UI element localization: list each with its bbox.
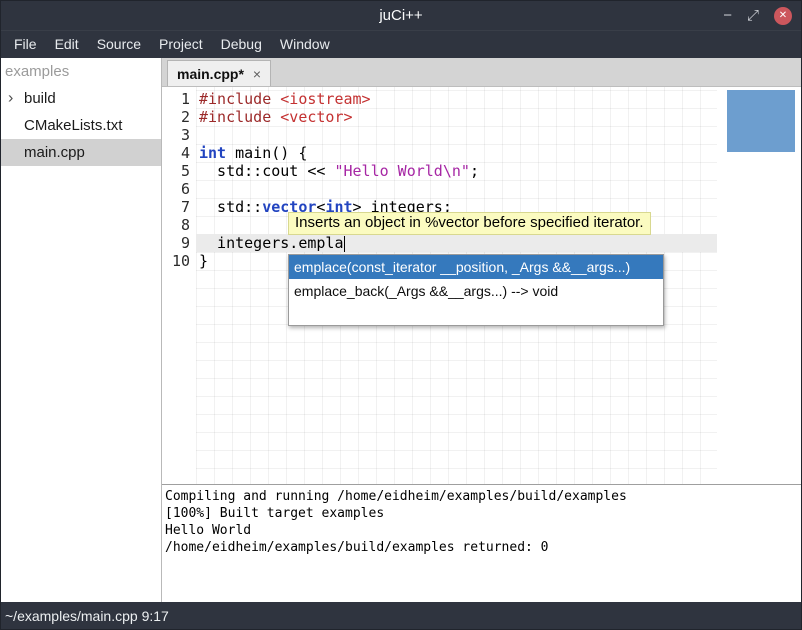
line-number: 7 [162, 198, 190, 216]
tab-label: main.cpp* [177, 66, 244, 82]
tree-item-label: main.cpp [24, 144, 85, 161]
code-token: #include [199, 90, 280, 108]
code-line[interactable] [196, 180, 717, 198]
code-token: std::cout << [199, 162, 334, 180]
code-token: <iostream> [280, 90, 370, 108]
menubar: FileEditSourceProjectDebugWindow [1, 30, 801, 58]
completion-popup: emplace(const_iterator __position, _Args… [288, 254, 664, 326]
sidebar: examples › build CMakeLists.txt main.cpp [1, 58, 162, 602]
minimap-slider[interactable] [727, 90, 795, 152]
status-text: ~/examples/main.cpp 9:17 [5, 608, 169, 624]
code-token: #include [199, 108, 280, 126]
maximize-icon[interactable]: ⤢ [747, 8, 759, 23]
menu-item-file[interactable]: File [5, 30, 46, 58]
terminal-line: Compiling and running /home/eidheim/exam… [165, 488, 801, 505]
line-number: 6 [162, 180, 190, 198]
code-token: <vector> [280, 108, 352, 126]
code-line[interactable]: integers.empla [196, 234, 717, 252]
chevron-right-icon: › [8, 89, 13, 107]
code-token: std:: [199, 198, 262, 216]
menu-item-source[interactable]: Source [88, 30, 150, 58]
window-title: juCi++ [379, 7, 422, 24]
minimize-icon[interactable]: − [723, 8, 732, 23]
line-number: 1 [162, 90, 190, 108]
text-cursor [344, 236, 346, 252]
tree-item-main-cpp[interactable]: main.cpp [1, 139, 161, 166]
file-tree: › build CMakeLists.txt main.cpp [1, 85, 161, 166]
tree-item-build[interactable]: › build [1, 85, 161, 112]
titlebar: juCi++ − ⤢ ✕ [1, 1, 801, 30]
menu-item-edit[interactable]: Edit [46, 30, 88, 58]
gutter: 12345678910 [162, 87, 196, 484]
code-line[interactable] [196, 126, 717, 144]
editor[interactable]: 12345678910 #include <iostream>#include … [162, 87, 801, 485]
completion-item[interactable]: emplace_back(_Args &&__args...) --> void [289, 279, 663, 303]
tab-main-cpp[interactable]: main.cpp* × [167, 60, 271, 86]
line-number: 3 [162, 126, 190, 144]
line-number: 4 [162, 144, 190, 162]
completion-item[interactable]: emplace(const_iterator __position, _Args… [289, 255, 663, 279]
project-root-label: examples [1, 58, 161, 85]
completion-list: emplace(const_iterator __position, _Args… [289, 255, 663, 303]
close-tab-icon[interactable]: × [253, 66, 261, 82]
code-line[interactable]: #include <vector> [196, 108, 717, 126]
code-token: main() { [226, 144, 307, 162]
tree-item-label: build [24, 90, 56, 107]
tabbar: main.cpp* × [162, 58, 801, 87]
line-number: 8 [162, 216, 190, 234]
terminal-line: [100%] Built target examples [165, 505, 801, 522]
tree-item-label: CMakeLists.txt [24, 117, 122, 134]
code-token: int [199, 144, 226, 162]
menu-item-debug[interactable]: Debug [212, 30, 271, 58]
terminal-output[interactable]: Compiling and running /home/eidheim/exam… [162, 485, 801, 602]
doc-tooltip: Inserts an object in %vector before spec… [288, 212, 651, 235]
code-token: "Hello World\n" [334, 162, 469, 180]
minimap [717, 87, 801, 484]
line-number: 2 [162, 108, 190, 126]
code-line[interactable]: #include <iostream> [196, 90, 717, 108]
window-body: examples › build CMakeLists.txt main.cpp ma… [1, 58, 801, 602]
close-icon[interactable]: ✕ [774, 7, 792, 25]
line-number: 10 [162, 252, 190, 270]
line-number: 5 [162, 162, 190, 180]
juci-window: juCi++ − ⤢ ✕ FileEditSourceProjectDebugW… [0, 0, 802, 630]
statusbar: ~/examples/main.cpp 9:17 [1, 602, 801, 629]
menu-item-project[interactable]: Project [150, 30, 212, 58]
code-token: } [199, 252, 208, 270]
tree-item-cmakelists-txt[interactable]: CMakeLists.txt [1, 112, 161, 139]
line-number: 9 [162, 234, 190, 252]
menu-item-window[interactable]: Window [271, 30, 339, 58]
code-token: integers.empla [199, 234, 344, 252]
code-line[interactable]: std::cout << "Hello World\n"; [196, 162, 717, 180]
window-controls: − ⤢ ✕ [723, 1, 792, 30]
code-token: ; [470, 162, 479, 180]
main-area: main.cpp* × 12345678910 #include <iostrea… [162, 58, 801, 602]
terminal-line: Hello World [165, 522, 801, 539]
code-line[interactable]: int main() { [196, 144, 717, 162]
terminal-line: /home/eidheim/examples/build/examples re… [165, 539, 801, 556]
